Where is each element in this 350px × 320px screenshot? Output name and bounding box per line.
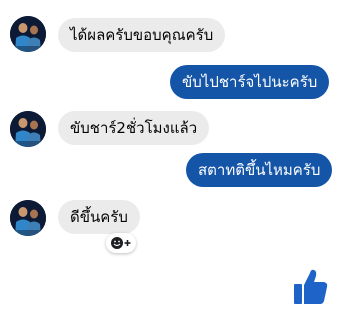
outgoing-message[interactable]: ขับไปชาร์จไปนะครับ xyxy=(170,65,330,99)
add-reaction-icon xyxy=(111,237,131,249)
outgoing-message[interactable]: สตาทติขึ้นไหมครับ xyxy=(186,153,333,187)
contact-avatar[interactable] xyxy=(10,16,46,52)
incoming-message[interactable]: ขับชาร์2ชั่วโมงแล้ว xyxy=(58,111,210,145)
incoming-message[interactable]: ได้ผลครับขอบคุณครับ xyxy=(58,18,226,52)
like-button[interactable] xyxy=(291,266,331,306)
incoming-message[interactable]: ดีขึ้นครับ xyxy=(58,200,140,234)
thumbs-up-icon xyxy=(294,269,328,304)
chat-thread: ได้ผลครับขอบคุณครับ ขับไปชาร์จไปนะครับ ข… xyxy=(0,0,350,320)
contact-avatar[interactable] xyxy=(10,200,46,236)
contact-avatar[interactable] xyxy=(10,111,46,147)
add-reaction-button[interactable] xyxy=(106,233,136,253)
